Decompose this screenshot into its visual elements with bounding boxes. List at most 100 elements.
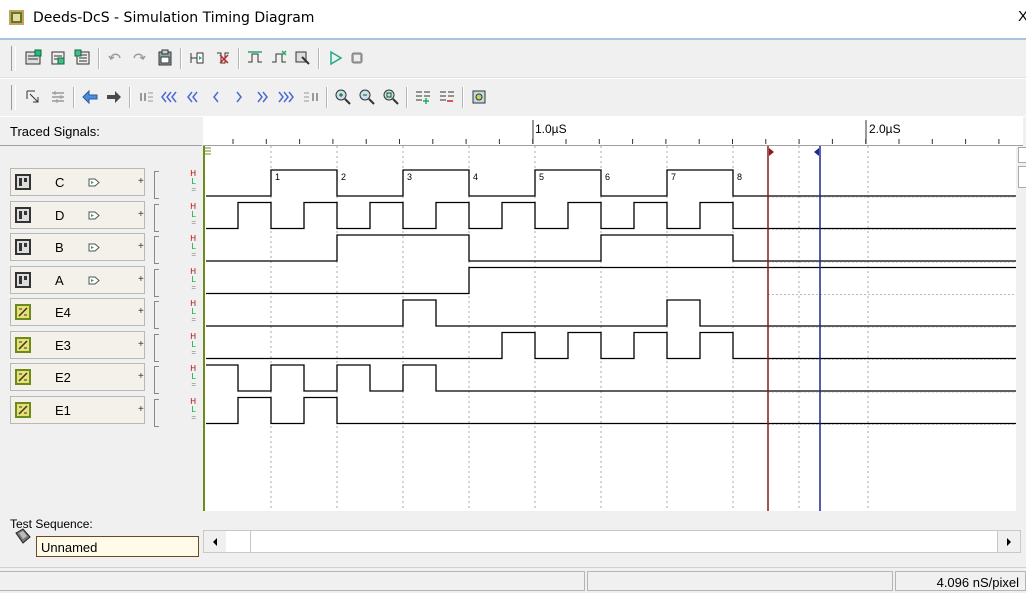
scroll-right-icon[interactable] xyxy=(997,531,1020,552)
zoom-out-icon[interactable] xyxy=(356,86,378,108)
signal-row-e2[interactable]: E2 xyxy=(10,363,145,391)
signal-row-d[interactable]: D xyxy=(10,200,145,229)
vertical-scrollbar[interactable] xyxy=(1016,147,1026,527)
step-back-icon[interactable] xyxy=(205,86,227,108)
forward-fast-icon[interactable] xyxy=(251,86,273,108)
marker-red-flag xyxy=(769,148,774,156)
rewind-icon[interactable] xyxy=(182,86,204,108)
input-probe-icon[interactable] xyxy=(88,243,100,252)
redo-icon[interactable] xyxy=(128,47,150,69)
expand-icon[interactable]: + xyxy=(138,404,146,414)
run-icon[interactable] xyxy=(324,47,346,69)
app-icon xyxy=(9,10,24,25)
scroll-left-icon[interactable] xyxy=(204,531,227,552)
input-probe-icon[interactable] xyxy=(88,178,100,187)
toolbar-grip[interactable] xyxy=(11,85,16,110)
expand-icon[interactable]: + xyxy=(138,274,146,284)
expand-icon[interactable]: + xyxy=(138,242,146,252)
level-bracket xyxy=(154,301,159,329)
signal-row-e3[interactable]: E3 xyxy=(10,330,145,359)
expand-icon[interactable]: + xyxy=(138,339,146,349)
start-marker-icon xyxy=(205,147,211,155)
signal-row-e4[interactable]: E4 xyxy=(10,298,145,326)
time-scale: 4.096 nS/pixel xyxy=(936,575,1019,590)
toolbar-separator xyxy=(326,87,328,108)
settings-icon[interactable] xyxy=(47,86,69,108)
zoom-in-icon[interactable] xyxy=(332,86,354,108)
clipboard-icon[interactable] xyxy=(154,47,176,69)
window-title: Deeds-DcS - Simulation Timing Diagram xyxy=(33,10,315,26)
signal-row-c[interactable]: C xyxy=(10,168,145,196)
waveform-e1 xyxy=(206,396,1018,425)
probe-icon[interactable] xyxy=(292,47,314,69)
delete-step-icon[interactable] xyxy=(268,47,290,69)
close-icon[interactable]: X xyxy=(1018,8,1026,25)
signal-name: A xyxy=(55,272,64,288)
vscroll-thumb[interactable] xyxy=(1018,166,1026,188)
waveform-a xyxy=(206,266,1018,295)
expand-icon[interactable]: + xyxy=(138,177,146,187)
level-indicator: H L = xyxy=(152,169,200,199)
level-bracket xyxy=(154,203,159,232)
waveform-d xyxy=(206,201,1018,230)
clock-number: 2 xyxy=(341,172,346,182)
go-end-icon[interactable] xyxy=(300,86,322,108)
step-forward-icon[interactable] xyxy=(228,86,250,108)
level-equal-mark: = xyxy=(191,315,196,324)
hscroll-thumb[interactable] xyxy=(226,531,251,552)
toolbar-separator xyxy=(406,87,408,108)
vscroll-thumb-top[interactable] xyxy=(1018,147,1026,163)
toolbar-separator xyxy=(73,87,75,108)
input-probe-icon[interactable] xyxy=(88,276,100,285)
waveform-c xyxy=(206,169,1018,197)
navigation-toolbar xyxy=(0,79,1026,116)
expand-icon[interactable]: + xyxy=(138,209,146,219)
signal-name: C xyxy=(55,175,65,190)
insert-step-icon[interactable] xyxy=(244,47,266,69)
level-indicator: H L = xyxy=(152,234,200,264)
signal-row-b[interactable]: B xyxy=(10,233,145,261)
stop-icon[interactable] xyxy=(346,47,368,69)
waveform-svg: 1 2 3 4 5 6 7 8 xyxy=(203,146,1018,511)
chip-icon[interactable] xyxy=(468,86,490,108)
signal-name: E1 xyxy=(55,402,71,418)
cursor-icon[interactable] xyxy=(22,86,44,108)
fast-forward-icon[interactable] xyxy=(275,86,297,108)
output-signal-icon xyxy=(15,336,31,353)
fast-rewind-icon[interactable] xyxy=(158,86,180,108)
zoom-fit-icon[interactable] xyxy=(380,86,402,108)
forward-icon[interactable] xyxy=(103,86,125,108)
expand-icon[interactable]: + xyxy=(138,372,146,382)
remove-marker-icon[interactable] xyxy=(436,86,458,108)
waveform-plot[interactable]: 1 2 3 4 5 6 7 8 xyxy=(203,146,1018,511)
back-icon[interactable] xyxy=(79,86,101,108)
clock-number: 8 xyxy=(737,172,742,182)
toolbar-grip[interactable] xyxy=(11,46,16,71)
toolbar-separator xyxy=(98,48,100,69)
go-start-icon[interactable] xyxy=(135,86,157,108)
clock-number: 3 xyxy=(407,172,412,182)
new-diagram-icon[interactable] xyxy=(22,47,44,69)
level-indicator: H L = xyxy=(152,332,200,362)
test-sequence-field[interactable]: Unnamed xyxy=(36,536,199,557)
toolbar-separator xyxy=(180,48,182,69)
expand-icon[interactable]: + xyxy=(138,307,146,317)
traced-signals-header: Traced Signals: xyxy=(0,117,202,146)
timing-diagram: 1.0µS 2.0µS 1 2 3 4 5 6 7 8 xyxy=(203,117,1026,567)
insert-signal-icon[interactable] xyxy=(186,47,208,69)
horizontal-scrollbar[interactable] xyxy=(203,530,1021,553)
delete-signal-icon[interactable] xyxy=(212,47,234,69)
traced-signals-label: Traced Signals: xyxy=(10,124,100,139)
waveform-e2 xyxy=(206,364,1018,392)
time-ruler[interactable]: 1.0µS 2.0µS xyxy=(203,117,1023,146)
open-icon[interactable] xyxy=(47,47,69,69)
input-probe-icon[interactable] xyxy=(88,211,100,220)
test-sequence-value: Unnamed xyxy=(41,540,98,555)
input-signal-icon xyxy=(15,174,31,190)
save-icon[interactable] xyxy=(72,47,94,69)
add-marker-icon[interactable] xyxy=(412,86,434,108)
level-bracket xyxy=(154,398,159,427)
signal-row-e1[interactable]: E1 xyxy=(10,395,145,424)
signal-row-a[interactable]: A xyxy=(10,265,145,294)
undo-icon[interactable] xyxy=(104,47,126,69)
